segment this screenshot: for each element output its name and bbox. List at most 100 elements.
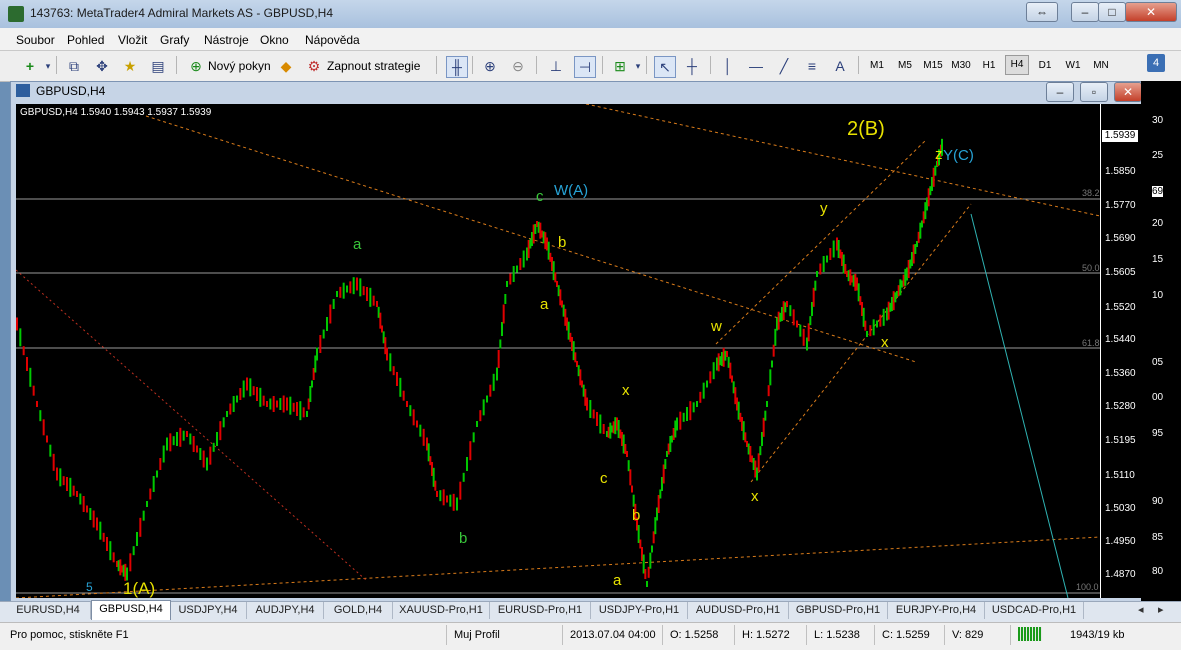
wave-wa-label: W(A): [554, 182, 589, 199]
candle: [369, 287, 372, 307]
menu-napoveda[interactable]: Nápověda: [305, 33, 360, 47]
timeframe-m15[interactable]: M15: [921, 56, 945, 76]
tab-eurusd-pro-h1[interactable]: EURUSD-Pro,H1: [490, 602, 591, 619]
price-chart[interactable]: [15, 103, 1101, 599]
chart-shift-icon[interactable]: ⊣: [574, 56, 596, 78]
timeframe-m30[interactable]: M30: [949, 56, 973, 76]
candle: [236, 395, 238, 403]
menu-soubor[interactable]: Soubor: [16, 33, 55, 47]
restore-icon[interactable]: ⇔: [1026, 2, 1058, 22]
menu-pohled[interactable]: Pohled: [67, 33, 104, 47]
tab-eurusd-h4[interactable]: EURUSD,H4: [6, 602, 91, 619]
candle: [882, 308, 885, 326]
indicators-icon[interactable]: ⊞: [610, 56, 630, 76]
navigator-icon[interactable]: ▤: [148, 56, 168, 76]
timeframe-h4[interactable]: H4: [1005, 55, 1029, 75]
candle: [352, 277, 355, 295]
tab-audjpy-h4[interactable]: AUDJPY,H4: [247, 602, 324, 619]
favorites-icon[interactable]: ★: [120, 56, 140, 76]
tab-gold-h4[interactable]: GOLD,H4: [324, 602, 393, 619]
candle: [744, 432, 747, 443]
candle: [179, 427, 182, 447]
candle: [786, 301, 788, 307]
separator: [710, 56, 711, 74]
price-scale[interactable]: [1100, 104, 1141, 598]
candle: [412, 409, 415, 426]
menu-nastroje[interactable]: Nástroje: [204, 33, 249, 47]
dropdown-icon[interactable]: ▾: [38, 56, 58, 76]
tab-gbpusd-h4[interactable]: GBPUSD,H4: [91, 600, 171, 620]
candle: [212, 442, 215, 452]
candle: [399, 377, 402, 397]
channel-icon[interactable]: ≡: [802, 56, 822, 76]
candle: [392, 366, 395, 376]
crosshair-move-icon[interactable]: ✥: [92, 56, 112, 76]
close-button[interactable]: ✕: [1125, 2, 1177, 22]
menu-okno[interactable]: Okno: [260, 33, 289, 47]
candle: [692, 402, 695, 413]
cursor-icon[interactable]: ↖: [654, 56, 676, 78]
candle: [422, 428, 425, 446]
autoscroll-icon[interactable]: ⊥: [546, 56, 566, 76]
price-tick: 1.5520: [1105, 302, 1136, 313]
strategies-icon[interactable]: ⚙: [304, 56, 324, 76]
crosshair-icon[interactable]: ┼: [682, 56, 702, 76]
minimize-button[interactable]: –: [1071, 2, 1099, 22]
new-order-icon[interactable]: ⊕: [186, 56, 206, 76]
timeframe-h1[interactable]: H1: [977, 56, 1001, 76]
candle: [256, 387, 258, 401]
horizontal-line-icon[interactable]: —: [746, 56, 766, 76]
maximize-button[interactable]: □: [1098, 2, 1126, 22]
status-close: C: 1.5259: [882, 629, 930, 641]
notification-badge[interactable]: 4: [1147, 54, 1165, 72]
timeframe-d1[interactable]: D1: [1033, 56, 1057, 76]
new-chart-icon[interactable]: +: [20, 56, 40, 76]
chart-close-button[interactable]: ✕: [1114, 82, 1142, 102]
indicators-dropdown-icon[interactable]: ▾: [628, 56, 648, 76]
candle: [792, 309, 795, 326]
tab-usdcad-pro-h1[interactable]: USDCAD-Pro,H1: [985, 602, 1084, 619]
zoom-out-icon[interactable]: ⊖: [508, 56, 528, 76]
wave-2b-label: 2(B): [847, 118, 885, 140]
strategies-button[interactable]: Zapnout strategie: [327, 56, 420, 76]
status-traffic: 1943/19 kb: [1070, 629, 1125, 641]
bar-chart-icon[interactable]: ╫: [446, 56, 468, 78]
zoom-in-icon[interactable]: ⊕: [480, 56, 500, 76]
tab-audusd-pro-h1[interactable]: AUDUSD-Pro,H1: [688, 602, 789, 619]
timeframe-m5[interactable]: M5: [893, 56, 917, 76]
profiles-icon[interactable]: ⧉: [64, 56, 84, 76]
tab-eurjpy-pro-h4[interactable]: EURJPY-Pro,H4: [888, 602, 985, 619]
chart-minimize-button[interactable]: –: [1046, 82, 1074, 102]
text-tool-icon[interactable]: A: [830, 56, 850, 76]
vertical-line-icon[interactable]: │: [718, 56, 738, 76]
candle: [142, 510, 145, 521]
menu-vlozit[interactable]: Vložit: [118, 33, 147, 47]
warning-icon[interactable]: ◆: [276, 56, 296, 76]
candle: [689, 401, 692, 421]
price-tick: 1.4950: [1105, 536, 1136, 547]
wave-1a-label: 1(A): [123, 579, 156, 598]
status-volume: V: 829: [952, 629, 984, 641]
timeframe-mn[interactable]: MN: [1089, 56, 1113, 76]
tab-scroll-left-icon[interactable]: ◂: [1138, 603, 1144, 616]
bg-tick: 95: [1152, 428, 1164, 439]
candle: [709, 371, 712, 384]
tab-scroll-right-icon[interactable]: ▸: [1158, 603, 1164, 616]
chart-restore-button[interactable]: ▫: [1080, 82, 1108, 102]
candle: [492, 373, 495, 391]
tab-usdjpy-h4[interactable]: USDJPY,H4: [170, 602, 247, 619]
candle: [182, 430, 185, 441]
tab-gbpusd-pro-h1[interactable]: GBPUSD-Pro,H1: [789, 602, 888, 619]
candle: [602, 424, 605, 434]
trendline-icon[interactable]: ╱: [774, 56, 794, 76]
new-order-button[interactable]: Nový pokyn: [208, 56, 271, 76]
timeframe-w1[interactable]: W1: [1061, 56, 1085, 76]
menu-grafy[interactable]: Grafy: [160, 33, 189, 47]
status-profile[interactable]: Muj Profil: [454, 629, 500, 641]
tab-xauusd-pro-h1[interactable]: XAUUSD-Pro,H1: [393, 602, 490, 619]
candle: [132, 546, 135, 556]
tab-usdjpy-pro-h1[interactable]: USDJPY-Pro,H1: [591, 602, 688, 619]
wave-5-label: 5: [86, 580, 93, 594]
timeframe-m1[interactable]: M1: [865, 56, 889, 76]
status-low: L: 1.5238: [814, 629, 860, 641]
